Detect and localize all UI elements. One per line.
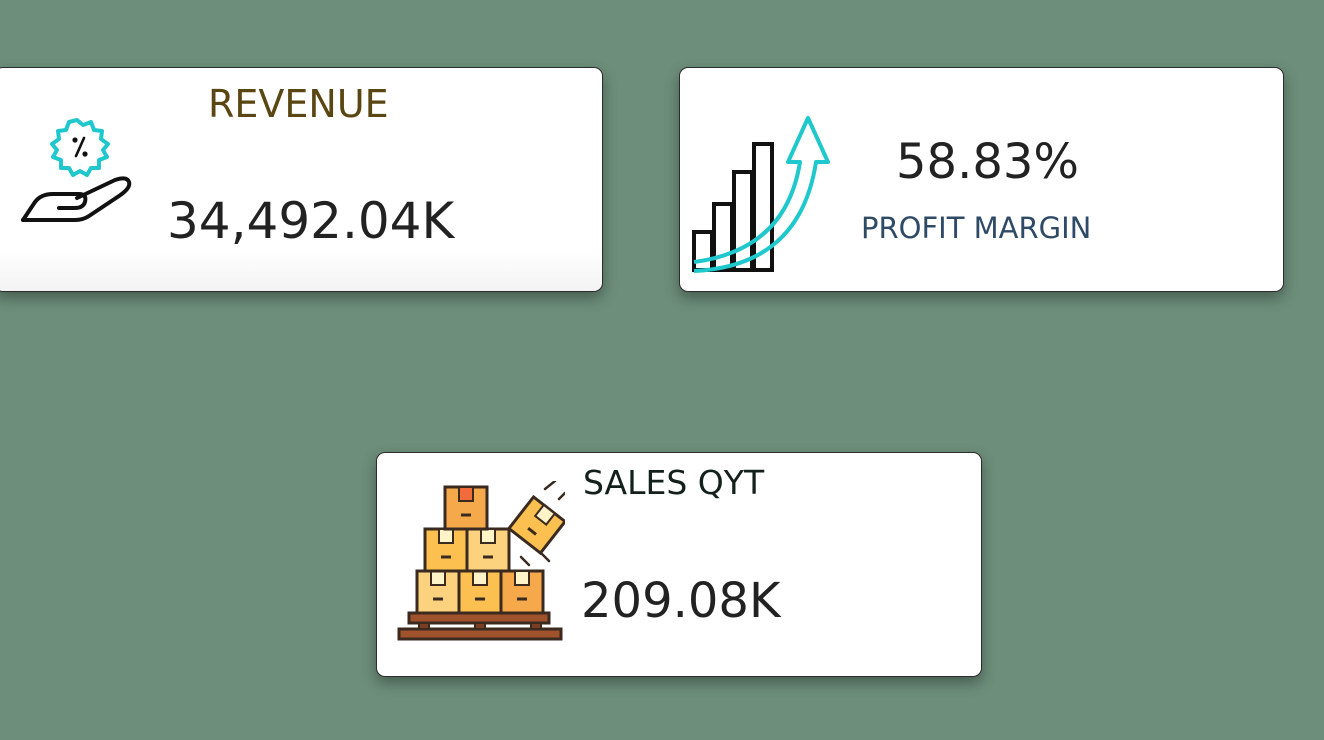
boxes-pallet-icon xyxy=(397,481,565,641)
dashboard-canvas: REVENUE 34,492.04K 58.83% PROFIT MARGIN xyxy=(0,0,1324,740)
sales-qty-card[interactable]: SALES QYT 209.08K xyxy=(376,452,982,677)
growth-chart-icon xyxy=(692,116,830,273)
sales-qty-value: 209.08K xyxy=(581,573,781,629)
profit-margin-title: PROFIT MARGIN xyxy=(861,211,1092,245)
revenue-value: 34,492.04K xyxy=(167,192,455,250)
profit-margin-value: 58.83% xyxy=(896,134,1080,190)
revenue-card[interactable]: REVENUE 34,492.04K xyxy=(0,67,603,292)
hand-discount-icon xyxy=(21,118,132,222)
revenue-title: REVENUE xyxy=(208,82,389,126)
sales-qty-title: SALES QYT xyxy=(583,463,765,502)
profit-margin-card[interactable]: 58.83% PROFIT MARGIN xyxy=(679,67,1284,292)
